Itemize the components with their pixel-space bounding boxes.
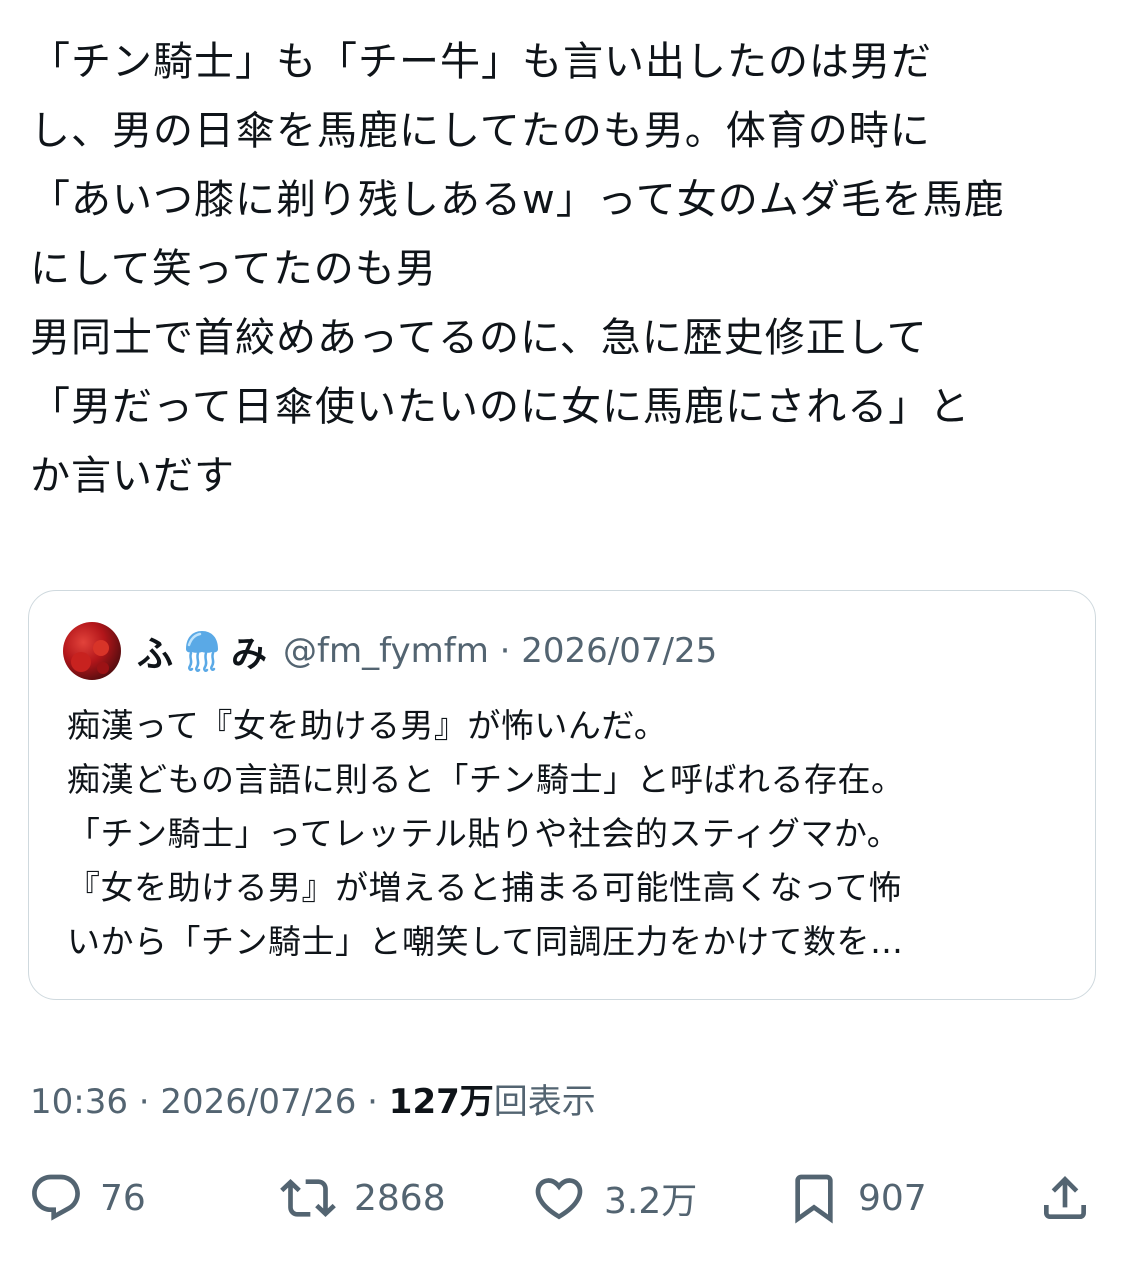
timestamp[interactable]: 10:36 · 2026/07/26 · [30, 1082, 389, 1122]
bookmark-icon [795, 1174, 833, 1224]
avatar[interactable] [63, 622, 121, 680]
share-icon [1044, 1176, 1086, 1219]
handle-and-date: @fm_fymfm · 2026/07/25 [283, 631, 718, 671]
tweet-text-line: 「チン騎士」も「チー牛」も言い出したのは男だ [30, 39, 932, 85]
display-name-part: み [231, 634, 268, 675]
quoted-text-line: 『女を助ける男』が増えると捕まる可能性高くなって怖 [67, 868, 902, 907]
tweet-text-line: 「男だって日傘使いたいのに女に馬鹿にされる」と [30, 384, 971, 430]
tweet-text-line: にして笑ってたのも男 [30, 246, 437, 292]
views-count: 127万 [388, 1082, 494, 1122]
tweet-meta: 10:36 · 2026/07/26 · 127万回表示 [30, 1074, 596, 1123]
quoted-tweet-header: ふ み @fm_fymfm · 2026/07/25 [63, 621, 717, 681]
share-button[interactable] [1036, 1165, 1094, 1231]
like-count: 3.2万 [604, 1181, 698, 1222]
quoted-text-line: いから「チン騎士」と嘲笑して同調圧力をかけて数を… [67, 922, 904, 961]
bookmark-button[interactable]: 907 [786, 1165, 927, 1231]
bookmark-count: 907 [858, 1177, 927, 1219]
quoted-text-line: 痴漢って『女を助ける男』が怖いんだ。 [67, 706, 668, 745]
reply-button[interactable]: 76 [28, 1165, 146, 1231]
retweet-count: 2868 [354, 1177, 446, 1219]
retweet-icon [280, 1179, 336, 1217]
tweet-text-line: 男同士で首絞めあってるのに、急に歴史修正して [30, 315, 928, 361]
display-name[interactable]: ふ み [137, 625, 267, 677]
heart-icon [535, 1178, 583, 1220]
views-label: 回表示 [493, 1082, 596, 1122]
retweet-button[interactable]: 2868 [278, 1165, 446, 1231]
quoted-text-line: 「チン騎士」ってレッテル貼りや社会的スティグマか。 [67, 814, 901, 853]
display-name-part: ふ [137, 634, 174, 675]
like-button[interactable]: 3.2万 [530, 1165, 697, 1231]
reply-count: 76 [100, 1177, 146, 1219]
quoted-tweet-card[interactable]: ふ み @fm_fymfm · 2026/07/25 痴漢って『女を助ける男』が… [28, 590, 1096, 1000]
action-bar: 76 2868 3.2万 907 [28, 1165, 1098, 1231]
reply-icon [32, 1174, 80, 1221]
quoted-tweet-text: 痴漢って『女を助ける男』が怖いんだ。 痴漢どもの言語に則ると「チン騎士」と呼ばれ… [67, 699, 1077, 969]
tweet-text-line: し、男の日傘を馬鹿にしてたのも男。体育の時に [30, 108, 931, 154]
quoted-text-line: 痴漢どもの言語に則ると「チン騎士」と呼ばれる存在。 [67, 760, 905, 799]
tweet-text: 「チン騎士」も「チー牛」も言い出したのは男だ し、男の日傘を馬鹿にしてたのも男。… [30, 28, 1100, 511]
jellyfish-icon [183, 629, 221, 673]
tweet-text-line: か言いだす [30, 453, 235, 499]
tweet-text-line: 「あいつ膝に剃り残しあるw」って女のムダ毛を馬鹿 [30, 177, 1005, 223]
